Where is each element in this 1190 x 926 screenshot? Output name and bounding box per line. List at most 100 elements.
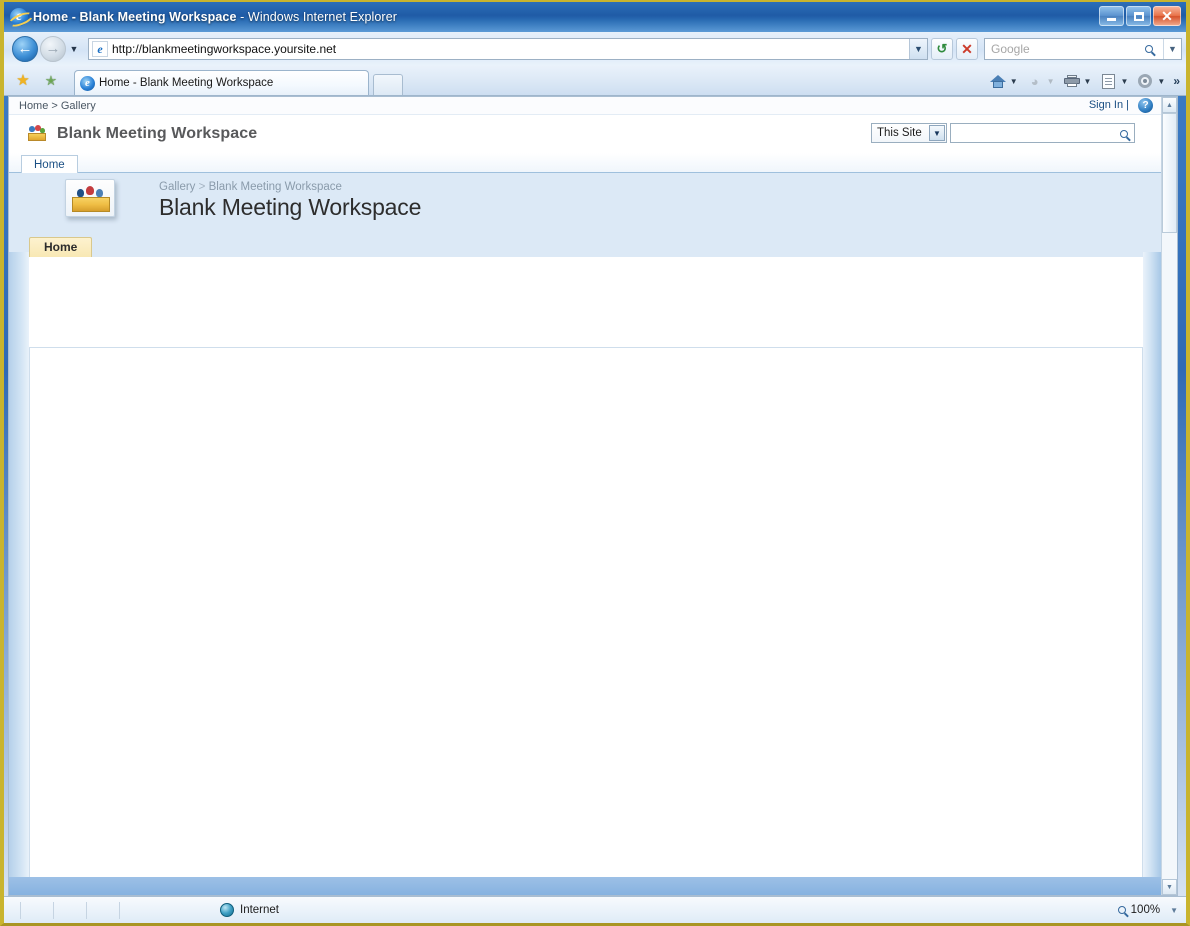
browser-tab[interactable]: e Home - Blank Meeting Workspace: [74, 70, 369, 95]
favorites-center-button[interactable]: ★: [12, 69, 34, 91]
chevron-down-icon: ▼: [1046, 76, 1055, 86]
page-viewport: Home > Gallery Sign In | ? Blank Meeting…: [8, 96, 1178, 896]
sharepoint-site-header: Blank Meeting Workspace This Site ▼: [9, 115, 1163, 153]
meeting-workspace-large-icon: [65, 179, 115, 217]
status-divider: [53, 901, 54, 919]
search-icon: [1145, 44, 1153, 53]
page-header: Gallery > Blank Meeting Workspace Blank …: [9, 173, 1163, 237]
address-input[interactable]: e http://blankmeetingworkspace.yoursite.…: [88, 37, 928, 60]
page-content: Home > Gallery Sign In | ? Blank Meeting…: [9, 97, 1163, 895]
printer-icon: [1062, 71, 1082, 91]
window-title: Home - Blank Meeting Workspace - Windows…: [33, 10, 397, 24]
add-favorite-button[interactable]: ✭: [40, 69, 62, 91]
browser-tab-label: Home - Blank Meeting Workspace: [99, 77, 274, 89]
search-go-button[interactable]: [1137, 39, 1161, 59]
site-search-input[interactable]: [950, 123, 1135, 143]
chevron-down-icon: ▼: [929, 125, 945, 141]
zoom-level: 100%: [1130, 904, 1161, 916]
forward-arrow-icon: →: [45, 40, 61, 57]
chevron-down-icon: ▼: [1168, 43, 1177, 54]
star-plus-icon: ✭: [45, 72, 57, 88]
address-bar-row: ← → ▼ e http://blankmeetingworkspace.you…: [4, 32, 1186, 65]
chevron-down-icon: ▼: [1170, 905, 1178, 915]
ie-logo-icon: e: [10, 8, 28, 26]
minimize-button[interactable]: [1099, 6, 1124, 26]
refresh-button[interactable]: ↺: [931, 37, 953, 60]
status-divider: [119, 901, 120, 919]
chevron-up-icon: ▲: [1166, 101, 1173, 109]
close-icon: ✕: [961, 40, 973, 57]
new-tab-button[interactable]: [373, 74, 403, 95]
address-dropdown-button[interactable]: ▼: [909, 38, 927, 59]
home-button[interactable]: ▼: [988, 71, 1018, 91]
search-icon: [1120, 130, 1128, 138]
chevron-down-icon: ▼: [1166, 883, 1173, 891]
tools-menu-button[interactable]: ▼: [1135, 71, 1165, 91]
help-icon[interactable]: ?: [1138, 98, 1153, 113]
back-arrow-icon: ←: [17, 40, 33, 57]
window-title-page: Home - Blank Meeting Workspace: [33, 10, 237, 24]
chevron-down-icon: ▼: [914, 43, 923, 54]
sharepoint-global-bar: Home > Gallery Sign In | ?: [9, 97, 1163, 115]
history-dropdown-button[interactable]: ▼: [66, 44, 82, 54]
security-zone[interactable]: Internet: [220, 903, 279, 917]
maximize-icon: [1133, 11, 1144, 21]
chevron-down-icon: ▼: [1009, 76, 1018, 86]
zoom-control[interactable]: 100% ▼: [1117, 904, 1178, 916]
back-button[interactable]: ←: [12, 35, 38, 62]
toolbar-overflow-button[interactable]: »: [1173, 74, 1180, 88]
star-icon: ★: [16, 71, 30, 89]
home-icon: [988, 71, 1008, 91]
chevron-down-icon: ▼: [1083, 76, 1092, 86]
stop-button[interactable]: ✕: [956, 37, 978, 60]
security-zone-label: Internet: [240, 904, 279, 916]
search-input[interactable]: Google ▼: [984, 37, 1182, 60]
scroll-down-button[interactable]: ▼: [1162, 879, 1177, 895]
breadcrumb-parent[interactable]: Gallery: [159, 181, 195, 193]
page-scrollbar[interactable]: ▲ ▼: [1161, 97, 1177, 895]
page-breadcrumb: Gallery > Blank Meeting Workspace: [159, 181, 342, 193]
command-bar: ▼ ◕ ▼ ▼ ▼ ▼ »: [981, 71, 1182, 95]
print-button[interactable]: ▼: [1062, 71, 1092, 91]
chevron-down-icon: ▼: [1120, 76, 1129, 86]
site-search-button[interactable]: [1116, 126, 1132, 142]
zoom-icon: [1117, 906, 1126, 914]
rss-icon: ◕: [1030, 73, 1039, 89]
window-controls: ✕: [1099, 6, 1181, 26]
status-divider: [86, 901, 87, 919]
page-menu-button[interactable]: ▼: [1098, 71, 1128, 91]
search-input-placeholder: Google: [991, 41, 1030, 56]
minimize-icon: [1107, 18, 1116, 21]
maximize-button[interactable]: [1126, 6, 1151, 26]
site-title[interactable]: Blank Meeting Workspace: [57, 125, 257, 143]
meeting-workspace-icon: [27, 125, 47, 143]
close-button[interactable]: ✕: [1153, 6, 1181, 26]
tab-home[interactable]: Home: [29, 237, 93, 257]
refresh-icon: ↺: [936, 40, 948, 56]
forward-button[interactable]: →: [40, 35, 66, 62]
right-gutter: [1143, 252, 1163, 885]
status-divider: [20, 901, 21, 919]
page-icon: [1098, 71, 1118, 91]
title-bar: e Home - Blank Meeting Workspace - Windo…: [4, 2, 1186, 32]
page-title: Blank Meeting Workspace: [159, 194, 422, 220]
top-nav-item-home[interactable]: Home: [21, 155, 78, 174]
chevron-down-icon: ▼: [1157, 76, 1166, 86]
browser-window: e Home - Blank Meeting Workspace - Windo…: [0, 0, 1190, 926]
scroll-up-button[interactable]: ▲: [1162, 97, 1177, 113]
page-body: Combell Your host on the internet: [29, 347, 1143, 895]
sharepoint-top-nav: Home: [9, 153, 1163, 174]
sign-in-link[interactable]: Sign In |: [1089, 99, 1129, 111]
search-scope-value: This Site: [877, 127, 922, 139]
feeds-button[interactable]: ◕ ▼: [1025, 71, 1055, 91]
scrollbar-thumb[interactable]: [1162, 113, 1177, 233]
close-icon: ✕: [1161, 8, 1173, 24]
globe-icon: [220, 903, 234, 917]
page-bottom-band: [9, 877, 1163, 895]
ie-logo-icon: e: [80, 75, 95, 91]
global-breadcrumb[interactable]: Home > Gallery: [9, 100, 96, 112]
tab-bar: ★ ✭ e Home - Blank Meeting Workspace ▼ ◕…: [4, 65, 1186, 96]
search-scope-dropdown[interactable]: This Site ▼: [871, 123, 947, 143]
breadcrumb-current: Blank Meeting Workspace: [208, 181, 342, 193]
search-provider-dropdown[interactable]: ▼: [1163, 38, 1181, 59]
